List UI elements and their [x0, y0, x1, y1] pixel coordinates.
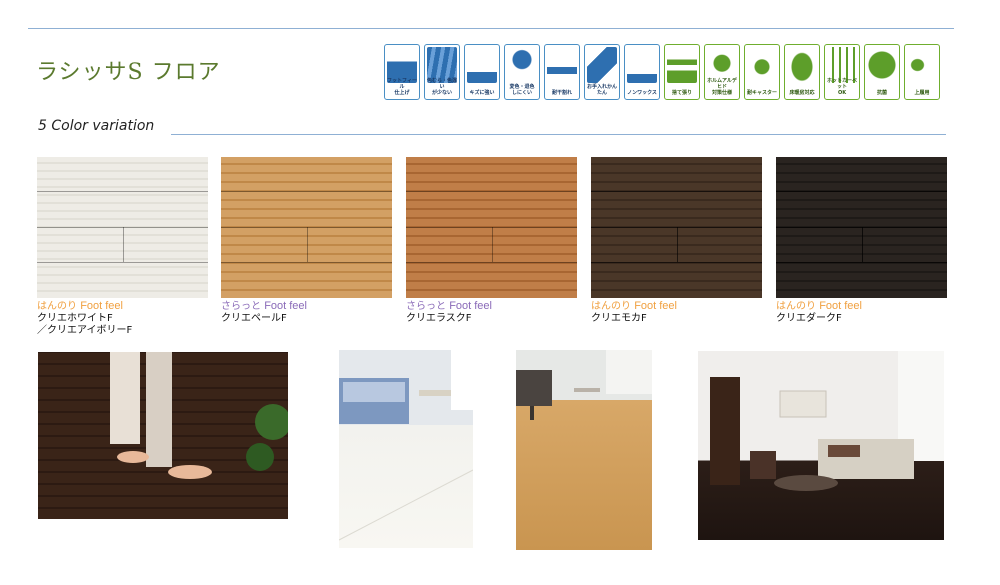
photo-white-bedroom [339, 350, 473, 548]
swatch-crie-rask [406, 157, 577, 298]
easy-care-icon: お手入れかんたん [584, 44, 620, 100]
caption-crie-white: はんのり Foot feel クリエホワイトF ／クリエアイボリーF [37, 300, 133, 336]
formaldehyde-icon: ホルムアルデヒド 対策仕様 [704, 44, 740, 100]
color-uniform-icon: 色むら・色違い が少ない [424, 44, 460, 100]
caption-crie-mocha: はんのり Foot feel クリエモカF [591, 300, 677, 324]
page-title: ラシッサS フロア [36, 60, 221, 85]
underlay-icon: 捨て張り [664, 44, 700, 100]
floor-heating-icon: 床暖房対応 [784, 44, 820, 100]
antibacterial-icon: 抗菌 [864, 44, 900, 100]
swatch-crie-white [37, 157, 208, 298]
non-wax-icon: ノンワックス [624, 44, 660, 100]
photo-dark-living-room [698, 351, 944, 540]
swatch-crie-pale [221, 157, 392, 298]
section-subtitle: 5 Color variation [38, 118, 155, 134]
swatch-crie-dark [776, 157, 947, 298]
scratch-resistant-icon: キズに強い [464, 44, 500, 100]
crack-resistant-icon: 耐干割れ [544, 44, 580, 100]
section-rule [171, 134, 946, 135]
caption-crie-pale: さらっと Foot feel クリエペールF [221, 300, 307, 324]
photo-feet-on-dark-floor [38, 352, 288, 519]
caster-icon: 耐キャスター [744, 44, 780, 100]
fade-resistant-icon: 変色・退色 しにくい [504, 44, 540, 100]
caption-crie-rask: さらっと Foot feel クリエラスクF [406, 300, 492, 324]
caption-crie-dark: はんのり Foot feel クリエダークF [776, 300, 862, 324]
indoor-shoes-icon: 上履用 [904, 44, 940, 100]
swatch-crie-mocha [591, 157, 762, 298]
top-rule [28, 28, 954, 29]
feature-icon-row: フットフィール 仕上げ 色むら・色違い が少ない キズに強い 変色・退色 しにく… [384, 44, 944, 102]
foot-feel-icon: フットフィール 仕上げ [384, 44, 420, 100]
photo-light-wood-room [516, 350, 652, 550]
hot-carpet-icon: ホットカーペット OK [824, 44, 860, 100]
